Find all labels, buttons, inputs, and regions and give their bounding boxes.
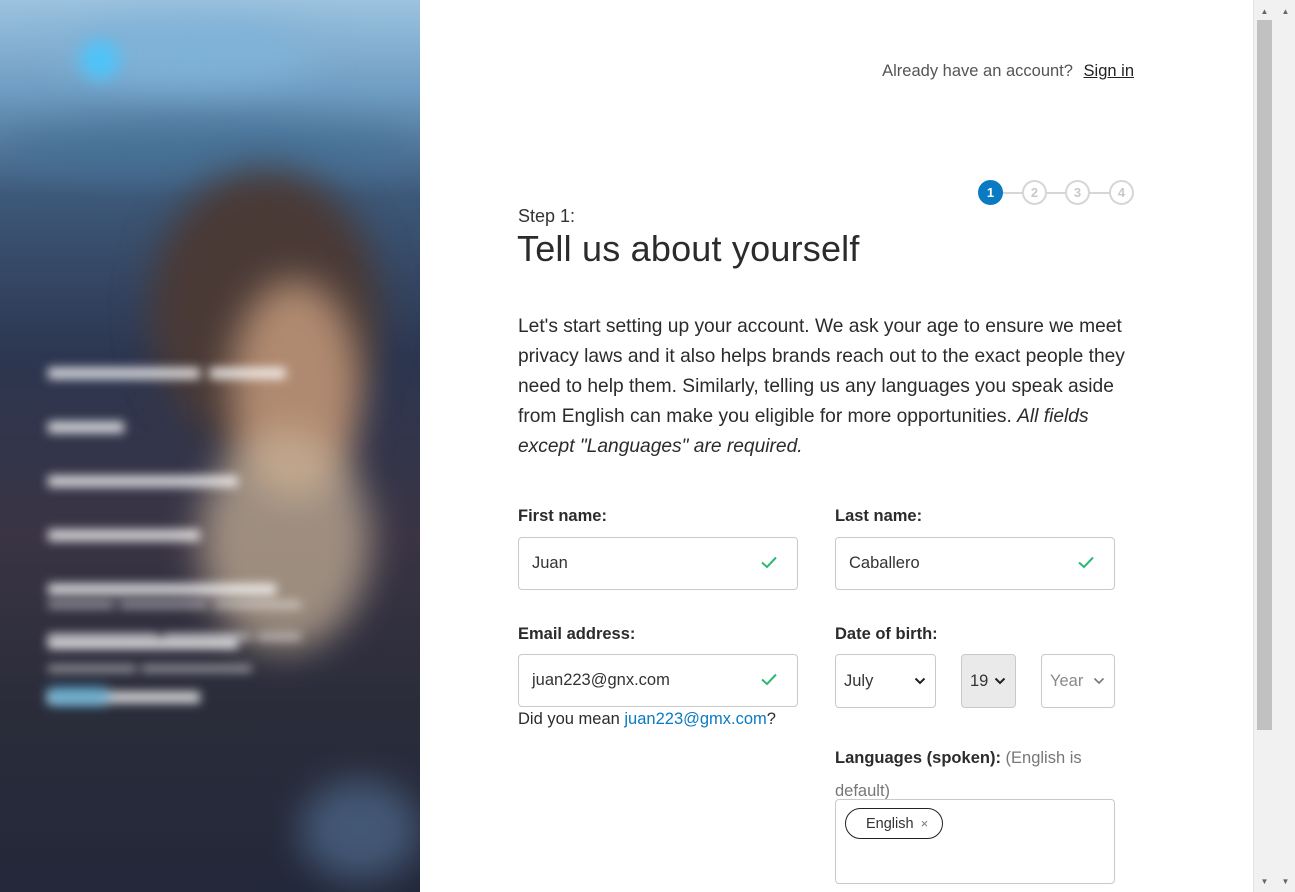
hero-blur-band: [0, 120, 420, 180]
step-1-indicator: 1: [978, 180, 1003, 205]
check-icon: [1078, 556, 1094, 569]
chevron-down-icon: [914, 677, 926, 685]
dob-label: Date of birth:: [835, 625, 938, 643]
dob-day-select[interactable]: 19: [961, 654, 1016, 708]
first-name-field[interactable]: Juan: [518, 537, 798, 590]
signin-link[interactable]: Sign in: [1084, 62, 1134, 80]
step-label: Step 1:: [518, 206, 576, 226]
scroll-down-arrows[interactable]: ▼ ▼: [1254, 872, 1295, 890]
step-4-indicator: 4: [1109, 180, 1134, 205]
languages-multiselect[interactable]: English ×: [835, 799, 1115, 884]
hero-image-panel: ▬▬▬▬ ▬▬ ▬▬ ▬▬▬▬▬ ▬▬▬▬ ▬▬▬▬▬▬ ▬▬▬▬▬ ▬▬▬▬ ▬▬▬ …: [0, 0, 420, 892]
first-name-value: Juan: [532, 554, 568, 572]
dob-year-select[interactable]: Year: [1041, 654, 1115, 708]
dob-year-placeholder: Year: [1050, 671, 1084, 690]
email-suggestion: Did you mean juan223@gmx.com?: [518, 710, 776, 729]
hero-blur-corner: [300, 780, 420, 880]
hero-link-blurred: [48, 686, 108, 706]
scroll-up-arrows[interactable]: ▲ ▲: [1254, 2, 1295, 20]
dob-day-value: 19: [970, 671, 989, 690]
step-2-indicator: 2: [1022, 180, 1047, 205]
email-suggestion-suffix: ?: [766, 710, 776, 728]
page-title: Tell us about yourself: [517, 228, 860, 269]
vertical-scrollbar[interactable]: ▲ ▲ ▼ ▼: [1253, 0, 1295, 892]
languages-label-text: Languages (spoken):: [835, 749, 1001, 767]
scrollbar-thumb[interactable]: [1257, 20, 1272, 730]
language-chip-english: English ×: [845, 808, 944, 839]
hero-body-blurred: ▬▬▬ ▬▬▬▬ ▬▬▬▬ ▬▬▬▬▬ ▬▬▬▬ ▬▬ ▬▬▬▬ ▬▬▬▬▬: [48, 588, 301, 677]
language-chip-label: English: [866, 815, 914, 832]
last-name-label: Last name:: [835, 507, 923, 525]
stepper-connector: [1001, 192, 1023, 194]
last-name-value: Caballero: [849, 554, 920, 572]
check-icon: [761, 673, 777, 686]
email-label: Email address:: [518, 625, 636, 643]
check-icon: [761, 556, 777, 569]
remove-chip-icon[interactable]: ×: [921, 816, 929, 831]
dob-month-value: July: [844, 671, 874, 690]
first-name-label: First name:: [518, 507, 607, 525]
email-value: juan223@gnx.com: [532, 671, 670, 689]
signin-prompt: Already have an account? Sign in: [882, 62, 1134, 81]
progress-stepper: 1 2 3 4: [978, 180, 1134, 206]
already-account-text: Already have an account?: [882, 62, 1073, 80]
hero-logo-icon: [80, 40, 120, 80]
last-name-field[interactable]: Caballero: [835, 537, 1115, 590]
chevron-down-icon: [1093, 677, 1105, 685]
email-suggestion-prefix: Did you mean: [518, 710, 625, 728]
email-field[interactable]: juan223@gnx.com: [518, 654, 798, 707]
stepper-connector: [1088, 192, 1110, 194]
chevron-down-icon: [994, 677, 1006, 685]
stepper-connector: [1045, 192, 1066, 194]
email-suggestion-link[interactable]: juan223@gmx.com: [624, 710, 766, 728]
step-3-indicator: 3: [1065, 180, 1090, 205]
intro-text: Let's start setting up your account. We …: [518, 312, 1136, 462]
dob-month-select[interactable]: July: [835, 654, 936, 708]
